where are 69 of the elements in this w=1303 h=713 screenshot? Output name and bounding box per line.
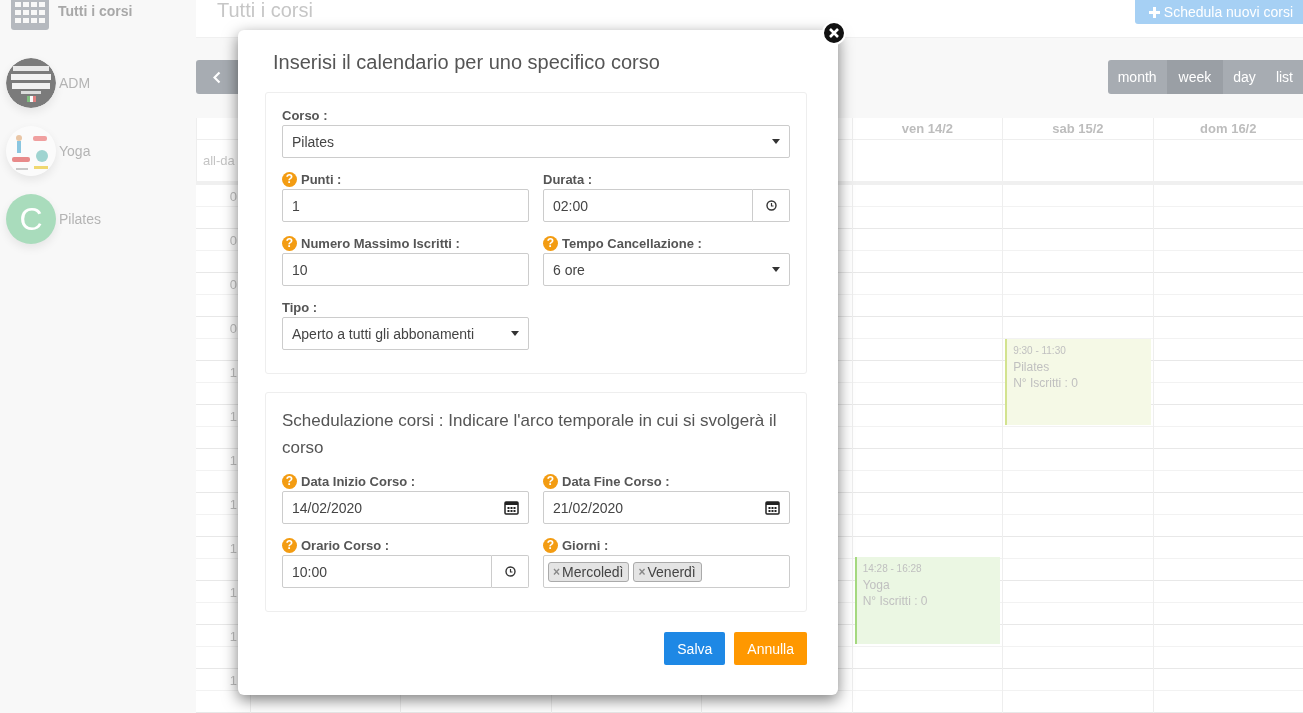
- new-course-button[interactable]: Schedula nuovi corsi: [1134, 0, 1303, 24]
- sidebar-title[interactable]: Tutti i corsi: [58, 3, 133, 19]
- field-label: Tempo Cancellazione :: [562, 235, 702, 251]
- cancel-button[interactable]: Annulla: [734, 632, 807, 665]
- hour-label: 1: [229, 541, 237, 558]
- select-field[interactable]: 6 ore: [543, 253, 790, 286]
- chevron-left-icon: [213, 70, 221, 84]
- hour-label: 1: [229, 409, 237, 426]
- date-field[interactable]: 21/02/2020: [543, 491, 790, 524]
- field-label: Giorni :: [562, 537, 609, 553]
- time-field[interactable]: 02:00: [543, 189, 753, 222]
- days-field[interactable]: ×Mercoledì ×Venerdì: [543, 555, 790, 588]
- caret-icon: [772, 267, 780, 272]
- help-icon[interactable]: ?: [543, 537, 558, 553]
- close-icon[interactable]: [822, 21, 846, 45]
- field-label: Data Inizio Corso :: [301, 473, 416, 489]
- course-link[interactable]: Yoga: [59, 143, 91, 159]
- previous-button[interactable]: [196, 60, 238, 94]
- field-label: Orario Corso :: [301, 537, 390, 553]
- plus-icon: [1148, 6, 1160, 18]
- day-tag[interactable]: ×Mercoledì: [548, 561, 630, 582]
- clock-icon: [504, 566, 516, 577]
- day-tag[interactable]: ×Venerdì: [633, 561, 702, 582]
- text-field[interactable]: 10: [282, 253, 529, 286]
- clock-button[interactable]: [492, 555, 529, 588]
- help-icon[interactable]: ?: [282, 235, 297, 251]
- hour-label: 1: [229, 629, 237, 646]
- day-header: sab 15/2: [1052, 121, 1104, 136]
- course-link[interactable]: Pilates: [59, 211, 102, 227]
- field-label: Numero Massimo Iscritti :: [301, 235, 460, 251]
- select-field[interactable]: Pilates: [282, 125, 790, 158]
- view-tab[interactable]: month: [1107, 60, 1167, 94]
- calendar-icon[interactable]: [504, 500, 519, 515]
- event-time: 9:30 - 11:30: [1013, 344, 1067, 358]
- section-heading: Schedulazione corsi : Indicare l'arco temporale in cui si svolgerà il corso: [282, 410, 778, 459]
- calendar-icon[interactable]: [765, 500, 780, 515]
- select-field[interactable]: Aperto a tutti gli abbonamenti: [282, 317, 529, 350]
- view-tab[interactable]: week: [1166, 60, 1224, 94]
- hour-label: 1: [229, 497, 237, 514]
- field-label: Tipo :: [282, 299, 318, 315]
- help-icon[interactable]: ?: [543, 473, 558, 489]
- hour-label: 1: [229, 453, 237, 470]
- caret-icon: [772, 139, 780, 144]
- help-icon[interactable]: ?: [282, 473, 297, 489]
- date-field[interactable]: 14/02/2020: [282, 491, 529, 524]
- hour-label: 1: [229, 673, 237, 690]
- caret-icon: [511, 331, 519, 336]
- hour-label: 1: [229, 585, 237, 602]
- save-button[interactable]: Salva: [664, 632, 726, 665]
- view-tab[interactable]: list: [1265, 60, 1303, 94]
- event-title: Pilates: [1013, 359, 1051, 375]
- hour-label: 1: [229, 365, 237, 382]
- day-header: ven 14/2: [901, 121, 954, 136]
- help-icon[interactable]: ?: [543, 235, 558, 251]
- field-label: Punti :: [301, 171, 342, 187]
- day-header: dom 16/2: [1200, 121, 1257, 136]
- time-field[interactable]: 10:00: [282, 555, 492, 588]
- field-label: Durata :: [543, 171, 593, 187]
- text-field[interactable]: 1: [282, 189, 529, 222]
- clock-button[interactable]: [753, 189, 790, 222]
- field-label: Corso :: [282, 107, 328, 123]
- clock-icon: [765, 200, 777, 211]
- course-link[interactable]: ADM: [59, 75, 91, 91]
- help-icon[interactable]: ?: [282, 537, 297, 553]
- field-label: Data Fine Corso :: [562, 473, 670, 489]
- help-icon[interactable]: ?: [282, 171, 297, 187]
- view-tab[interactable]: day: [1223, 60, 1266, 94]
- dialog-title: Inserisi il calendario per uno specifico corso: [272, 50, 661, 74]
- avatar: C: [6, 194, 56, 244]
